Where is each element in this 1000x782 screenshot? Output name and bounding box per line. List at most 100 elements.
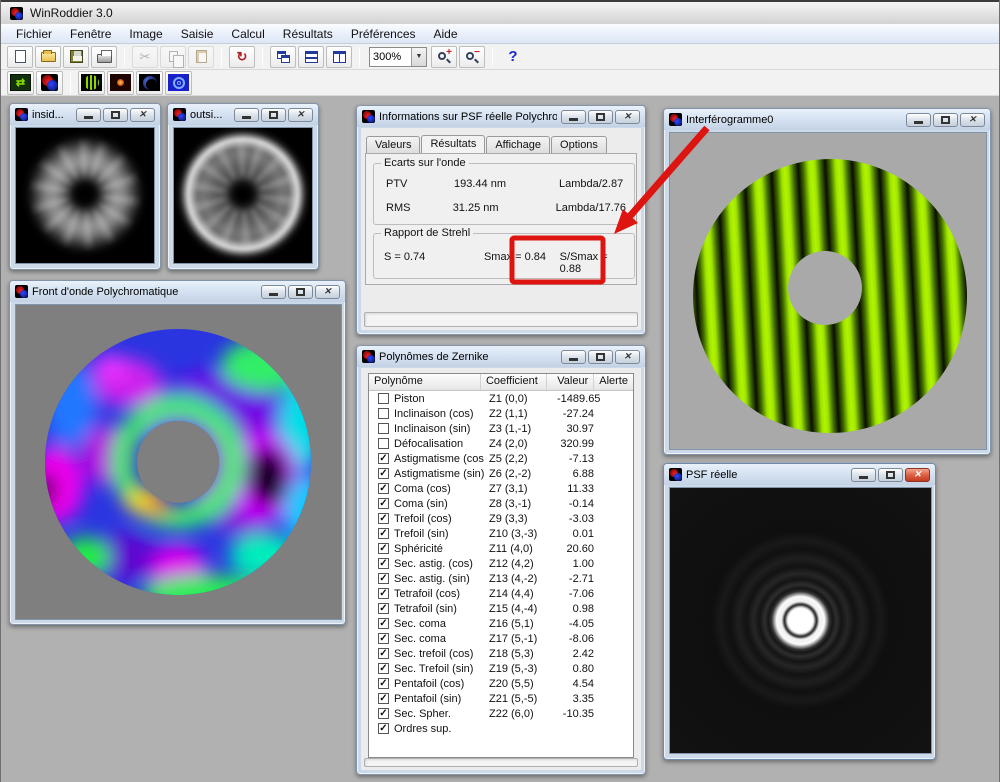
- image-exchange-button[interactable]: ⇄: [7, 71, 34, 95]
- zernike-checkbox[interactable]: [378, 393, 389, 404]
- column-header-coefficient[interactable]: Coefficient: [481, 374, 547, 390]
- maximize-button[interactable]: [588, 110, 613, 124]
- close-button[interactable]: ✕: [615, 110, 640, 124]
- zoom-in-button[interactable]: +: [431, 46, 457, 68]
- zernike-table-row[interactable]: ✓Ordres sup.: [369, 721, 633, 736]
- maximize-button[interactable]: [288, 285, 313, 299]
- zernike-table-row[interactable]: ✓Trefoil (sin)Z10 (3,-3)0.01: [369, 526, 633, 541]
- zernike-table-row[interactable]: ✓Sec. comaZ17 (5,-1)-8.06: [369, 631, 633, 646]
- menu-item-5[interactable]: Résultats: [274, 25, 342, 43]
- zernike-table-row[interactable]: ✓Tetrafoil (sin)Z15 (4,-4)0.98: [369, 601, 633, 616]
- zernike-table-row[interactable]: Inclinaison (sin)Z3 (1,-1)30.97: [369, 421, 633, 436]
- window-titlebar[interactable]: Front d'onde Polychromatique ✕: [10, 281, 345, 302]
- zernike-table-row[interactable]: ✓Sec. astig. (sin)Z13 (4,-2)-2.71: [369, 571, 633, 586]
- tile-horizontal-button[interactable]: [298, 46, 324, 68]
- zernike-table-row[interactable]: ✓SphéricitéZ11 (4,0)20.60: [369, 541, 633, 556]
- column-header-valeur[interactable]: Valeur: [547, 374, 594, 390]
- zernike-table-row[interactable]: ✓Astigmatisme (cos)Z5 (2,2)-7.13: [369, 451, 633, 466]
- close-button[interactable]: ✕: [130, 108, 155, 122]
- cascade-windows-button[interactable]: [270, 46, 296, 68]
- window-titlebar[interactable]: Interférogramme0 ✕: [664, 109, 990, 130]
- zernike-table-row[interactable]: ✓Pentafoil (sin)Z21 (5,-5)3.35: [369, 691, 633, 706]
- zernike-table-row[interactable]: ✓Coma (sin)Z8 (3,-1)-0.14: [369, 496, 633, 511]
- psf-view-button[interactable]: [107, 71, 134, 95]
- zernike-checkbox[interactable]: ✓: [378, 663, 389, 674]
- zernike-table-row[interactable]: Inclinaison (cos)Z2 (1,1)-27.24: [369, 406, 633, 421]
- wavefront-view-button[interactable]: [165, 71, 192, 95]
- maximize-button[interactable]: [588, 350, 613, 364]
- window-titlebar[interactable]: PSF réelle ✕: [664, 464, 935, 485]
- cut-button[interactable]: ✂: [132, 46, 158, 68]
- zernike-checkbox[interactable]: ✓: [378, 483, 389, 494]
- zernike-checkbox[interactable]: [378, 438, 389, 449]
- zernike-table-row[interactable]: ✓Sec. astig. (cos)Z12 (4,2)1.00: [369, 556, 633, 571]
- zernike-checkbox[interactable]: ✓: [378, 468, 389, 479]
- zernike-checkbox[interactable]: ✓: [378, 558, 389, 569]
- maximize-button[interactable]: [933, 113, 958, 127]
- zernike-table-row[interactable]: ✓Astigmatisme (sin)Z6 (2,-2)6.88: [369, 466, 633, 481]
- copy-button[interactable]: [160, 46, 186, 68]
- zernike-checkbox[interactable]: ✓: [378, 573, 389, 584]
- column-header-polynome[interactable]: Polynôme: [369, 374, 481, 390]
- zernike-checkbox[interactable]: ✓: [378, 723, 389, 734]
- tab-3[interactable]: Options: [551, 136, 607, 154]
- interferogram-button[interactable]: [78, 71, 105, 95]
- zernike-table-row[interactable]: ✓Pentafoil (cos)Z20 (5,5)4.54: [369, 676, 633, 691]
- minimize-button[interactable]: [561, 110, 586, 124]
- zernike-table-row[interactable]: ✓Sec. trefoil (cos)Z18 (5,3)2.42: [369, 646, 633, 661]
- minimize-button[interactable]: [851, 468, 876, 482]
- minimize-button[interactable]: [261, 285, 286, 299]
- window-titlebar[interactable]: Informations sur PSF réelle Polychro... …: [357, 106, 645, 127]
- zernike-checkbox[interactable]: ✓: [378, 708, 389, 719]
- refresh-button[interactable]: ↻: [229, 46, 255, 68]
- zernike-checkbox[interactable]: ✓: [378, 453, 389, 464]
- zernike-table-row[interactable]: ✓Coma (cos)Z7 (3,1)11.33: [369, 481, 633, 496]
- zernike-checkbox[interactable]: ✓: [378, 528, 389, 539]
- winroddier-button[interactable]: [36, 71, 63, 95]
- zernike-table-row[interactable]: DéfocalisationZ4 (2,0)320.99: [369, 436, 633, 451]
- zernike-checkbox[interactable]: ✓: [378, 543, 389, 554]
- close-button[interactable]: ✕: [315, 285, 340, 299]
- column-header-alerte[interactable]: Alerte: [594, 374, 633, 390]
- main-titlebar[interactable]: WinRoddier 3.0: [1, 0, 1000, 24]
- menu-item-2[interactable]: Image: [120, 25, 171, 43]
- zernike-checkbox[interactable]: ✓: [378, 648, 389, 659]
- minimize-button[interactable]: [234, 108, 259, 122]
- zernike-table-row[interactable]: PistonZ1 (0,0)-1489.65: [369, 391, 633, 406]
- zernike-checkbox[interactable]: ✓: [378, 633, 389, 644]
- zernike-checkbox[interactable]: ✓: [378, 498, 389, 509]
- close-button[interactable]: ✕: [960, 113, 985, 127]
- new-file-button[interactable]: [7, 46, 33, 68]
- zernike-checkbox[interactable]: ✓: [378, 603, 389, 614]
- zernike-table-row[interactable]: ✓Sec. Trefoil (sin)Z19 (5,-3)0.80: [369, 661, 633, 676]
- zernike-checkbox[interactable]: ✓: [378, 618, 389, 629]
- window-titlebar[interactable]: Polynômes de Zernike ✕: [357, 346, 645, 367]
- close-button[interactable]: ✕: [615, 350, 640, 364]
- maximize-button[interactable]: [878, 468, 903, 482]
- zernike-table-row[interactable]: ✓Sec. comaZ16 (5,1)-4.05: [369, 616, 633, 631]
- tab-2[interactable]: Affichage: [486, 136, 550, 154]
- menu-item-3[interactable]: Saisie: [172, 25, 223, 43]
- zernike-table-row[interactable]: ✓Tetrafoil (cos)Z14 (4,4)-7.06: [369, 586, 633, 601]
- window-titlebar[interactable]: outsi... ✕: [168, 104, 318, 125]
- open-file-button[interactable]: [35, 46, 61, 68]
- tab-0[interactable]: Valeurs: [366, 136, 420, 154]
- menu-item-7[interactable]: Aide: [425, 25, 467, 43]
- zernike-checkbox[interactable]: [378, 423, 389, 434]
- paste-button[interactable]: [188, 46, 214, 68]
- menu-item-4[interactable]: Calcul: [222, 25, 273, 43]
- pupil-view-button[interactable]: [136, 71, 163, 95]
- minimize-button[interactable]: [561, 350, 586, 364]
- menu-item-1[interactable]: Fenêtre: [61, 25, 120, 43]
- minimize-button[interactable]: [906, 113, 931, 127]
- close-button[interactable]: ✕: [905, 468, 930, 482]
- zernike-checkbox[interactable]: ✓: [378, 588, 389, 599]
- zernike-checkbox[interactable]: ✓: [378, 693, 389, 704]
- print-button[interactable]: [91, 46, 117, 68]
- zoom-level-combobox[interactable]: 300% ▼: [369, 47, 427, 67]
- tab-1[interactable]: Résultats: [421, 135, 485, 155]
- maximize-button[interactable]: [261, 108, 286, 122]
- maximize-button[interactable]: [103, 108, 128, 122]
- menu-item-0[interactable]: Fichier: [7, 25, 61, 43]
- zoom-out-button[interactable]: −: [459, 46, 485, 68]
